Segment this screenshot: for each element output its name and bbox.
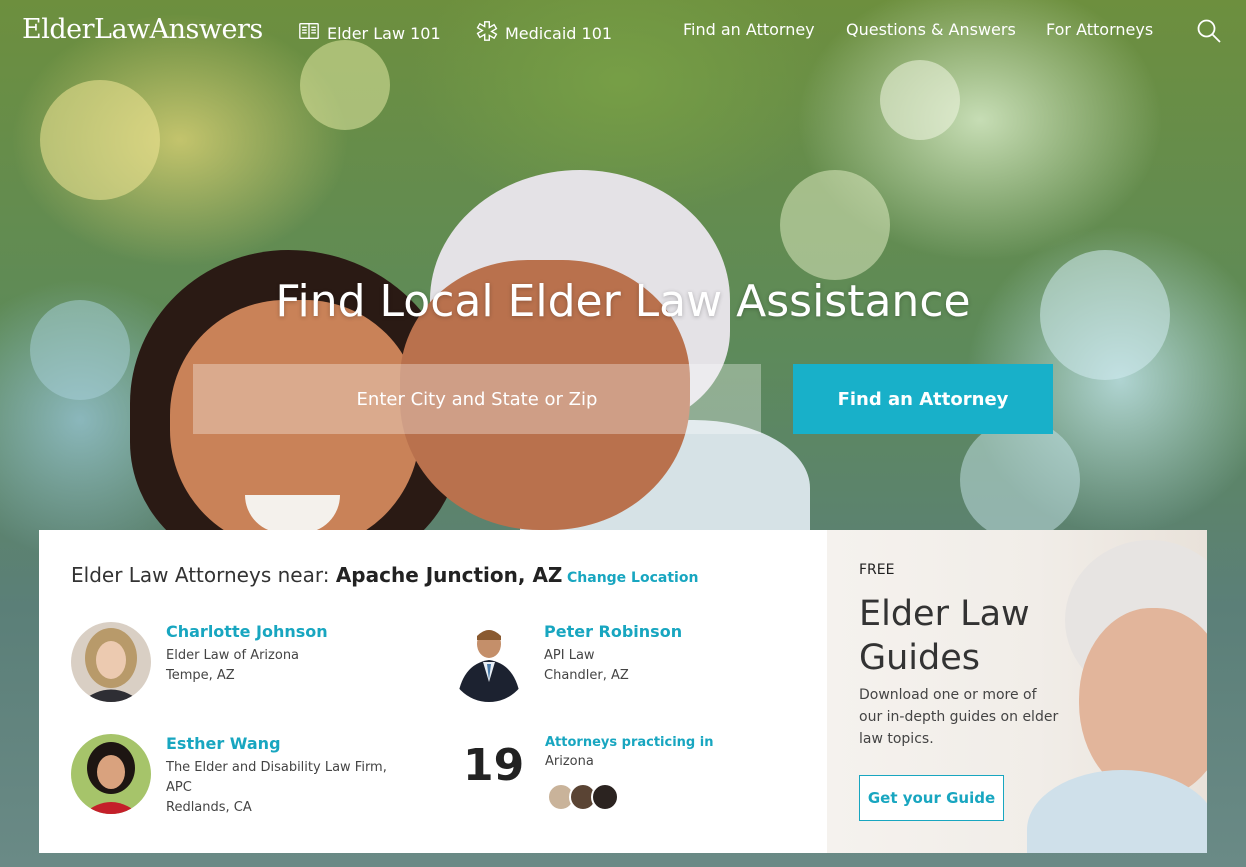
attorneys-panel: Elder Law Attorneys near: Apache Junctio… — [39, 530, 827, 853]
nav-find-attorney[interactable]: Find an Attorney — [683, 20, 815, 39]
location-search-input[interactable] — [193, 364, 761, 434]
get-guide-button[interactable]: Get your Guide — [859, 775, 1004, 821]
medical-star-icon — [476, 20, 498, 46]
book-icon — [298, 20, 320, 46]
hero-title: Find Local Elder Law Assistance — [275, 276, 971, 327]
attorney-name[interactable]: Charlotte Johnson — [166, 622, 328, 641]
mini-avatar — [591, 783, 619, 811]
attorney-avatar — [71, 622, 151, 702]
find-attorney-button[interactable]: Find an Attorney — [793, 364, 1053, 434]
guides-panel: FREE Elder Law Guides Download one or mo… — [827, 530, 1207, 853]
attorney-city: Chandler, AZ — [544, 668, 629, 683]
attorney-name[interactable]: Esther Wang — [166, 734, 281, 753]
guides-title: Elder Law Guides — [859, 594, 1030, 678]
current-location: Apache Junction, AZ — [335, 563, 563, 587]
attorney-count: 19 — [463, 740, 525, 791]
attorney-city: Redlands, CA — [166, 800, 252, 815]
attorney-name[interactable]: Peter Robinson — [544, 622, 682, 641]
attorney-card[interactable]: Esther Wang The Elder and Disability Law… — [71, 734, 411, 834]
attorney-card[interactable]: Peter Robinson API Law Chandler, AZ — [449, 622, 769, 712]
site-logo[interactable]: ElderLawAnswers — [22, 14, 263, 45]
attorney-card[interactable]: Charlotte Johnson Elder Law of Arizona T… — [71, 622, 391, 712]
attorney-city: Tempe, AZ — [166, 668, 235, 683]
guides-description: Download one or more of our in-depth gui… — [859, 687, 1059, 747]
nav-elder-law-101-label: Elder Law 101 — [327, 23, 441, 43]
free-label: FREE — [859, 562, 895, 578]
attorney-avatar-group — [547, 783, 627, 813]
attorneys-heading: Elder Law Attorneys near: Apache Junctio… — [71, 563, 562, 587]
nav-for-attorneys[interactable]: For Attorneys — [1046, 20, 1153, 39]
attorney-avatar — [71, 734, 151, 814]
top-nav: ElderLawAnswers Elder Law 101 Medicaid 1… — [0, 0, 1246, 62]
nav-questions-answers[interactable]: Questions & Answers — [846, 20, 1016, 39]
search-icon[interactable] — [1196, 18, 1222, 44]
attorneys-practicing-link[interactable]: Attorneys practicing in — [545, 735, 713, 750]
attorneys-heading-prefix: Elder Law Attorneys near: — [71, 563, 336, 587]
attorneys-state: Arizona — [545, 754, 594, 769]
attorney-firm: API Law — [544, 648, 595, 663]
nav-medicaid-101-label: Medicaid 101 — [505, 23, 613, 43]
attorney-firm: Elder Law of Arizona — [166, 648, 300, 663]
nav-medicaid-101[interactable]: Medicaid 101 — [476, 20, 612, 46]
attorney-firm: The Elder and Disability Law Firm, — [166, 760, 387, 775]
change-location-link[interactable]: Change Location — [567, 570, 698, 586]
attorney-avatar — [449, 622, 529, 702]
nav-elder-law-101[interactable]: Elder Law 101 — [298, 20, 441, 46]
attorney-firm-continued: APC — [166, 780, 192, 795]
